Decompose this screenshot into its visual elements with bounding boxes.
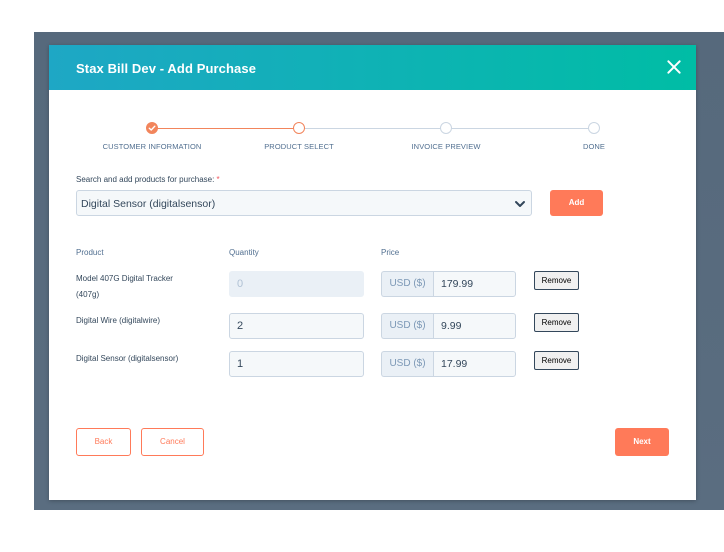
step-done-check-icon xyxy=(146,122,158,134)
product-name: Model 407G Digital Tracker (407g) xyxy=(76,271,216,303)
product-name: Digital Wire (digitalwire) xyxy=(76,313,216,329)
quantity-input[interactable]: 0 xyxy=(229,271,364,297)
search-label-text: Search and add products for purchase: xyxy=(76,175,217,184)
close-icon[interactable] xyxy=(666,59,682,75)
remove-button[interactable]: Remove xyxy=(534,351,579,370)
step-todo-dot xyxy=(440,122,452,134)
quantity-input[interactable]: 1 xyxy=(229,351,364,377)
remove-button[interactable]: Remove xyxy=(534,271,579,290)
price-input[interactable]: 9.99 xyxy=(433,313,516,339)
currency-addon: USD ($) xyxy=(381,313,433,339)
step-label-done: DONE xyxy=(582,142,606,151)
modal-title: Stax Bill Dev - Add Purchase xyxy=(76,61,257,76)
step-todo-dot xyxy=(588,122,600,134)
cancel-button[interactable]: Cancel xyxy=(141,428,204,456)
currency-addon: USD ($) xyxy=(381,351,433,377)
product-name-line: Model 407G Digital Tracker xyxy=(76,274,173,283)
step-label-invoice-preview: INVOICE PREVIEW xyxy=(411,142,481,151)
currency-addon: USD ($) xyxy=(381,271,433,297)
next-button[interactable]: Next xyxy=(615,428,669,456)
back-button[interactable]: Back xyxy=(76,428,131,456)
column-header-product: Product xyxy=(76,248,104,257)
product-name: Digital Sensor (digitalsensor) xyxy=(76,351,216,367)
step-label-product-select: PRODUCT SELECT xyxy=(264,142,334,151)
column-header-quantity: Quantity xyxy=(229,248,259,257)
product-select-value: Digital Sensor (digitalsensor) xyxy=(81,198,216,210)
add-product-button[interactable]: Add xyxy=(550,190,603,216)
chevron-down-icon xyxy=(515,201,525,207)
product-search-select[interactable]: Digital Sensor (digitalsensor) xyxy=(76,190,532,216)
step-label-customer-information: CUSTOMER INFORMATION xyxy=(102,142,202,151)
quantity-input[interactable]: 2 xyxy=(229,313,364,339)
column-header-price: Price xyxy=(381,248,400,257)
add-purchase-modal: Stax Bill Dev - Add Purchase CUSTOMER IN… xyxy=(49,45,696,500)
search-products-label: Search and add products for purchase: * xyxy=(76,175,220,184)
step-current-dot xyxy=(293,122,305,134)
remove-button[interactable]: Remove xyxy=(534,313,579,332)
price-input[interactable]: 179.99 xyxy=(433,271,516,297)
required-mark: * xyxy=(216,175,220,184)
modal-header: Stax Bill Dev - Add Purchase xyxy=(49,45,696,90)
product-name-line: (407g) xyxy=(76,290,100,299)
product-name-line: Digital Wire (digitalwire) xyxy=(76,316,161,325)
product-name-line: Digital Sensor (digitalsensor) xyxy=(76,354,179,363)
stepper-progress-line xyxy=(152,128,299,129)
price-input[interactable]: 17.99 xyxy=(433,351,516,377)
